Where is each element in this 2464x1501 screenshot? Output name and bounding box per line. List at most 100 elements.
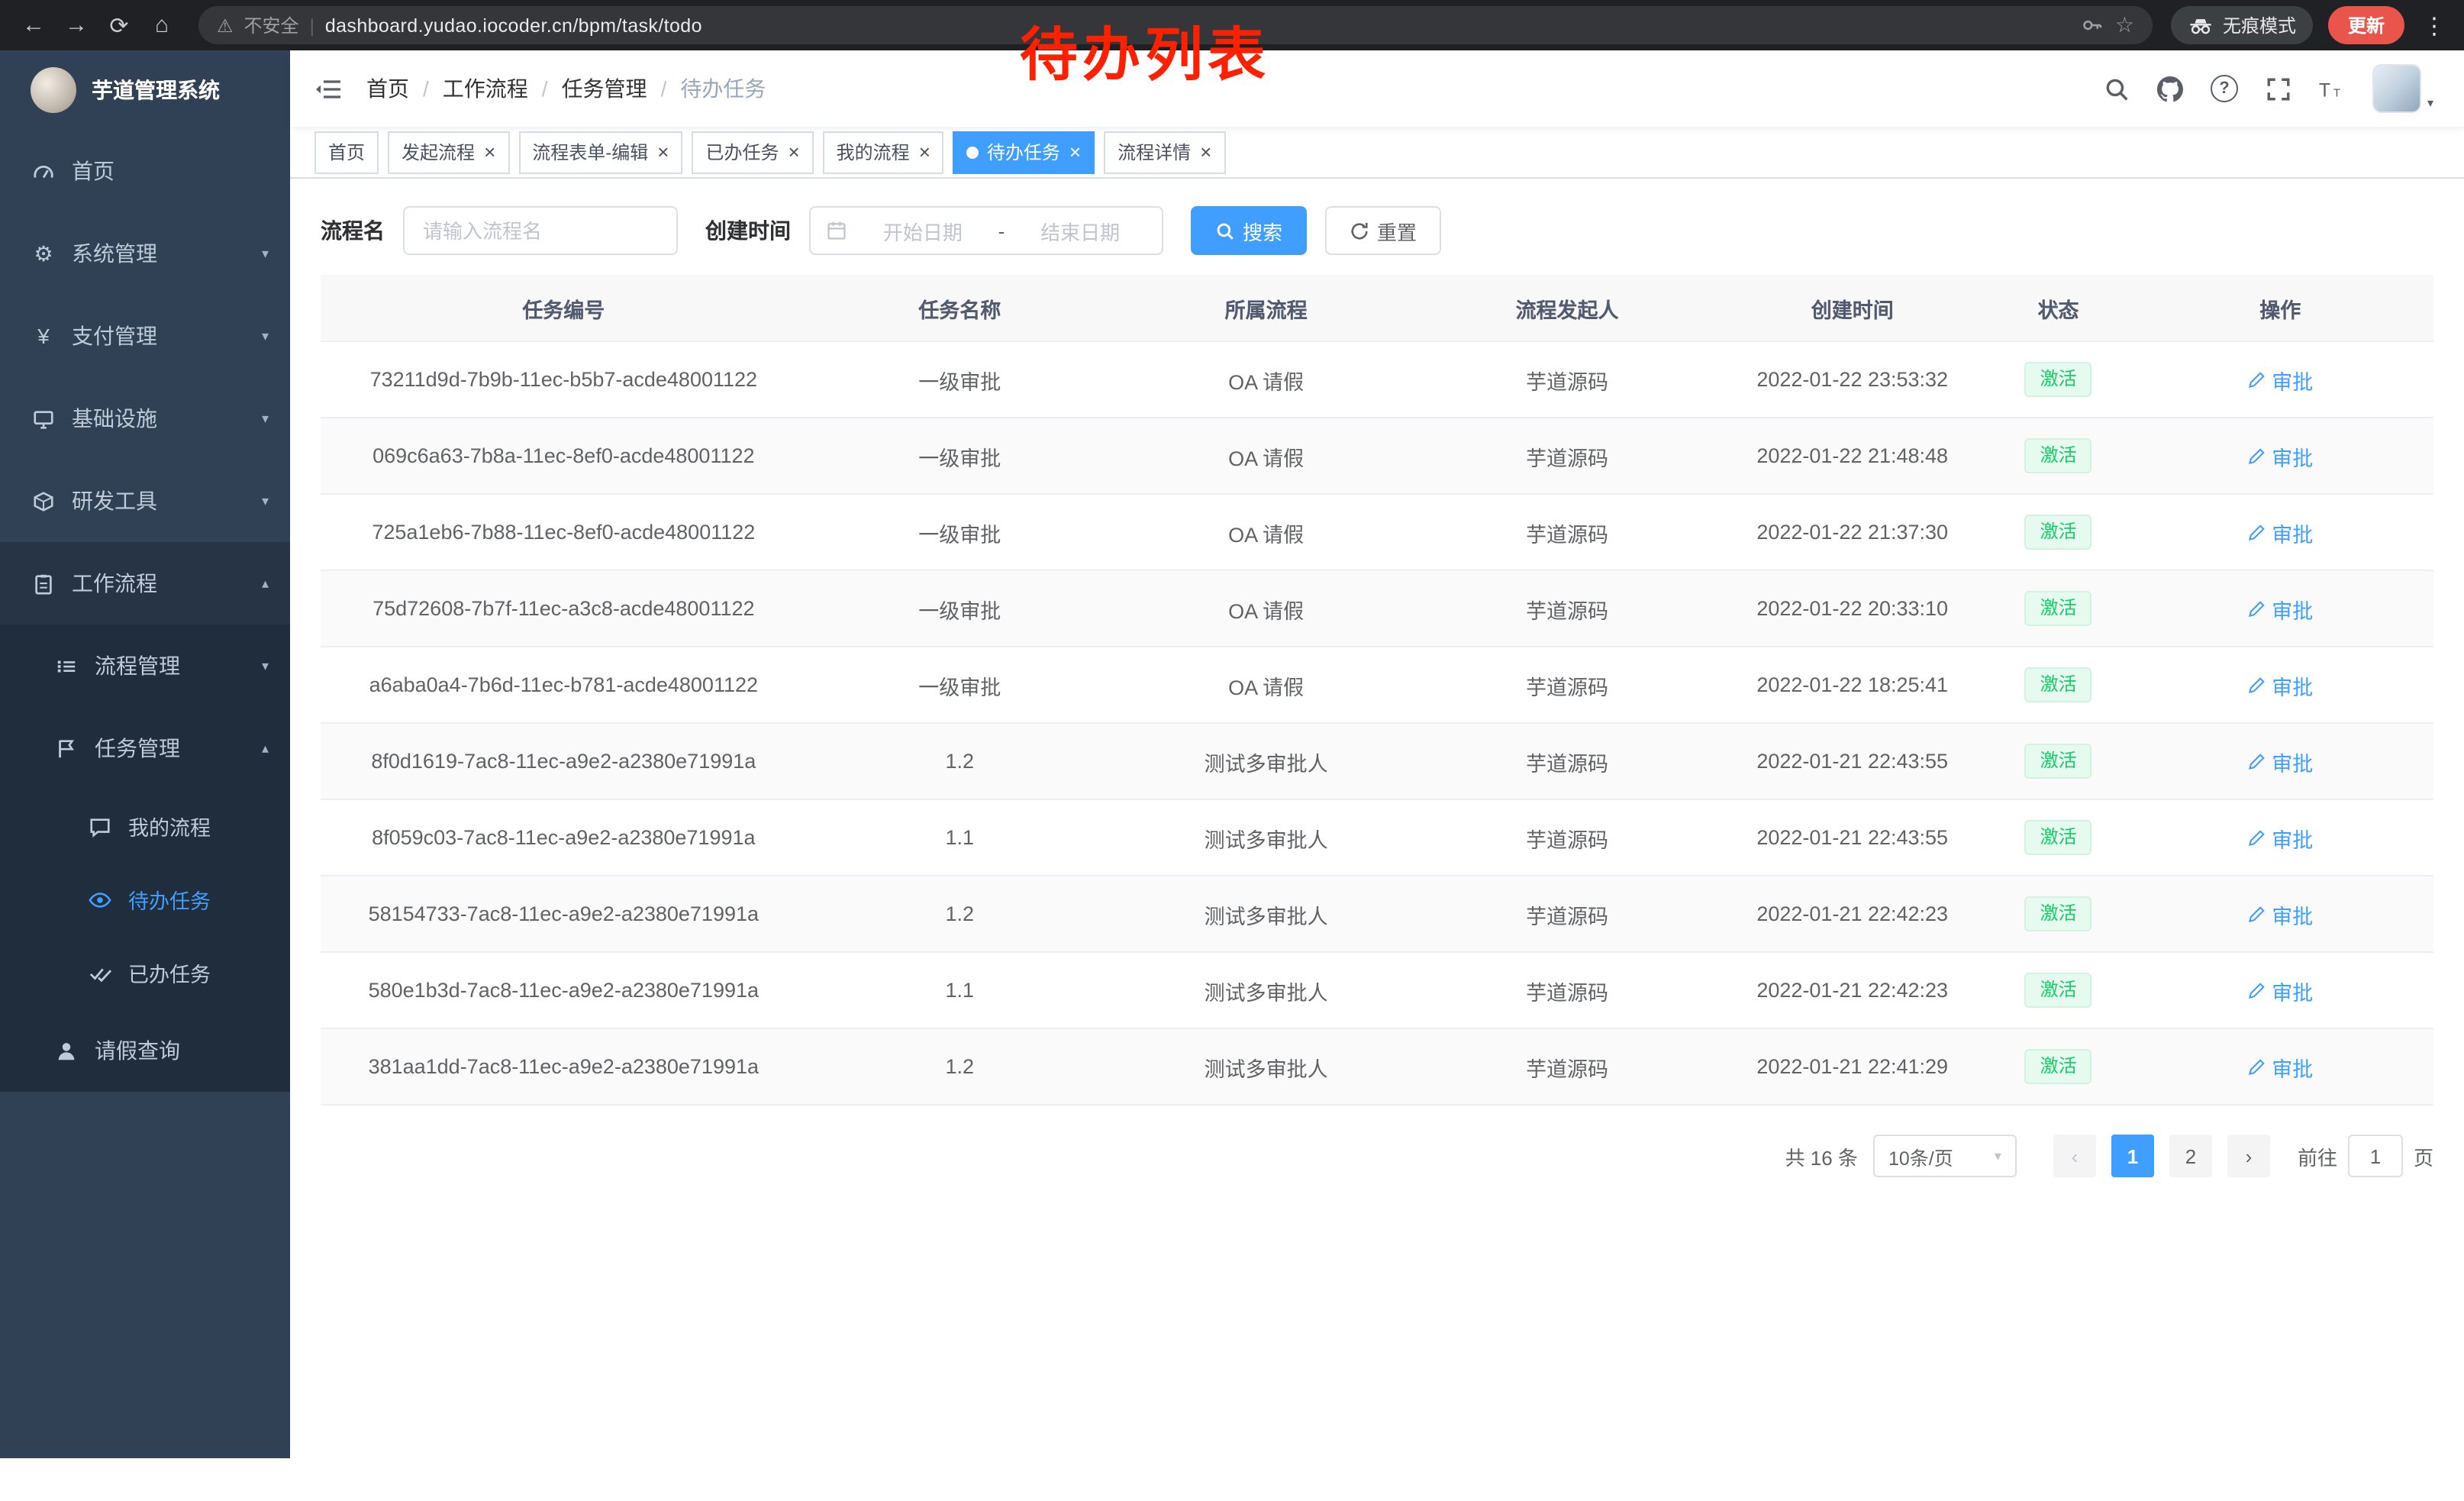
search-icon: [1215, 221, 1235, 240]
close-icon[interactable]: ×: [1068, 142, 1081, 162]
status-badge: 激活: [2025, 361, 2092, 397]
forward-icon[interactable]: →: [58, 7, 95, 44]
sidebar-item-label: 我的流程: [128, 811, 211, 841]
browser-chrome: ← → ⟳ ⌂ ⚠ 不安全 | dashboard.yudao.iocoder.…: [0, 0, 2464, 50]
col-initiator: 流程发起人: [1419, 275, 1715, 341]
page-button-1[interactable]: 1: [2111, 1135, 2154, 1177]
approve-link[interactable]: 审批: [2247, 441, 2313, 471]
sidebar-item-workflow[interactable]: 工作流程 ▴: [0, 542, 290, 625]
sidebar-item-label: 任务管理: [95, 733, 180, 763]
search-icon[interactable]: [2104, 76, 2130, 102]
approve-link[interactable]: 审批: [2247, 822, 2313, 853]
table-row: a6aba0a4-7b6d-11ec-b781-acde48001122 一级审…: [321, 647, 2433, 723]
cell-task-name: 一级审批: [807, 494, 1113, 570]
edit-icon: [2247, 1057, 2266, 1076]
reset-button[interactable]: 重置: [1325, 206, 1441, 255]
screen: ← → ⟳ ⌂ ⚠ 不安全 | dashboard.yudao.iocoder.…: [0, 0, 2464, 1501]
fullscreen-icon[interactable]: [2266, 76, 2291, 102]
sidebar-item-my-process[interactable]: 我的流程: [0, 789, 290, 863]
sidebar-item-leave-query[interactable]: 请假查询: [0, 1009, 290, 1092]
sidebar-item-home[interactable]: 首页: [0, 130, 290, 212]
bookmark-star-icon[interactable]: ☆: [2115, 12, 2134, 38]
close-icon[interactable]: ×: [918, 142, 930, 162]
tab[interactable]: 流程表单-编辑 ×: [518, 131, 682, 173]
password-key-icon[interactable]: [2082, 14, 2104, 37]
box-icon: [32, 489, 55, 512]
avatar-image: [2372, 64, 2421, 113]
search-button[interactable]: 搜索: [1191, 206, 1307, 255]
back-icon[interactable]: ←: [15, 7, 52, 44]
cell-created-time: 2022-01-21 22:43:55: [1715, 799, 1990, 876]
sidebar-item-system[interactable]: ⚙ 系统管理 ▾: [0, 212, 290, 295]
cell-status: 激活: [1990, 494, 2127, 570]
tab[interactable]: 已办任务 ×: [692, 131, 813, 173]
tab[interactable]: 流程详情 ×: [1104, 131, 1225, 173]
cell-initiator: 芋道源码: [1419, 799, 1715, 876]
sidebar-item-task-mgmt[interactable]: 任务管理 ▴: [0, 707, 290, 789]
page-unit-label: 页: [2414, 1141, 2433, 1170]
approve-link[interactable]: 审批: [2247, 593, 2313, 624]
top-navbar: 首页 / 工作流程 / 任务管理 / 待办任务 ?: [290, 50, 2464, 127]
cell-action: 审批: [2127, 952, 2433, 1028]
user-avatar[interactable]: ▾: [2372, 64, 2433, 113]
table-row: 725a1eb6-7b88-11ec-8ef0-acde48001122 一级审…: [321, 494, 2433, 570]
breadcrumb-workflow[interactable]: 工作流程: [443, 73, 528, 104]
tab[interactable]: 发起流程 ×: [388, 131, 509, 173]
pagination: 共 16 条 10条/页 ▾ ‹ 1 2 › 前往 页: [290, 1135, 2433, 1177]
address-bar[interactable]: ⚠ 不安全 | dashboard.yudao.iocoder.cn/bpm/t…: [198, 6, 2153, 44]
close-icon[interactable]: ×: [1198, 142, 1211, 162]
col-task-id: 任务编号: [321, 275, 807, 341]
approve-link[interactable]: 审批: [2247, 1051, 2313, 1082]
sidebar-item-payment[interactable]: ¥ 支付管理 ▾: [0, 295, 290, 377]
sidebar-item-infrastructure[interactable]: 基础设施 ▾: [0, 377, 290, 460]
close-icon[interactable]: ×: [656, 142, 669, 162]
cell-status: 激活: [1990, 647, 2127, 723]
approve-link[interactable]: 审批: [2247, 899, 2313, 929]
sidebar-item-done-task[interactable]: 已办任务: [0, 936, 290, 1009]
sidebar-item-devtools[interactable]: 研发工具 ▾: [0, 460, 290, 542]
update-button[interactable]: 更新: [2328, 6, 2404, 44]
approve-link[interactable]: 审批: [2247, 670, 2313, 700]
cell-status: 激活: [1990, 1028, 2127, 1105]
task-table: 任务编号 任务名称 所属流程 流程发起人 创建时间 状态 操作 73211d9d…: [321, 275, 2433, 1106]
flag-icon: [55, 737, 78, 760]
breadcrumb-separator: /: [661, 76, 667, 101]
cell-created-time: 2022-01-22 20:33:10: [1715, 570, 1990, 647]
process-name-input[interactable]: [403, 206, 678, 255]
sidebar-item-process-mgmt[interactable]: 流程管理 ▾: [0, 625, 290, 707]
approve-link[interactable]: 审批: [2247, 517, 2313, 547]
browser-menu-icon[interactable]: ⋮: [2420, 11, 2449, 39]
cell-created-time: 2022-01-22 18:25:41: [1715, 647, 1990, 723]
page-button-2[interactable]: 2: [2169, 1135, 2212, 1177]
font-size-icon[interactable]: TT: [2319, 76, 2345, 102]
refresh-icon[interactable]: ⟳: [101, 7, 137, 44]
goto-page-input[interactable]: [2348, 1135, 2403, 1177]
cell-initiator: 芋道源码: [1419, 723, 1715, 799]
table-row: 381aa1dd-7ac8-11ec-a9e2-a2380e71991a 1.2…: [321, 1028, 2433, 1105]
tab[interactable]: 我的流程 ×: [823, 131, 944, 173]
edit-icon: [2247, 523, 2266, 541]
sidebar-item-label: 研发工具: [72, 486, 157, 516]
approve-link[interactable]: 审批: [2247, 975, 2313, 1006]
prev-page-button[interactable]: ‹: [2053, 1135, 2096, 1177]
cell-created-time: 2022-01-22 21:37:30: [1715, 494, 1990, 570]
tab[interactable]: 待办任务 ×: [953, 131, 1095, 173]
cell-task-name: 一级审批: [807, 647, 1113, 723]
breadcrumb-task-mgmt[interactable]: 任务管理: [562, 73, 647, 104]
cell-task-id: 069c6a63-7b8a-11ec-8ef0-acde48001122: [321, 418, 807, 494]
date-range-picker[interactable]: 开始日期 - 结束日期: [809, 206, 1163, 255]
close-icon[interactable]: ×: [786, 142, 799, 162]
breadcrumb-home[interactable]: 首页: [366, 73, 409, 104]
close-icon[interactable]: ×: [482, 142, 495, 162]
page-size-select[interactable]: 10条/页 ▾: [1873, 1135, 2017, 1177]
tab[interactable]: 首页 ×: [314, 131, 379, 173]
next-page-button[interactable]: ›: [2227, 1135, 2270, 1177]
sidebar-item-todo-task[interactable]: 待办任务: [0, 863, 290, 936]
home-icon[interactable]: ⌂: [144, 7, 180, 44]
approve-link[interactable]: 审批: [2247, 364, 2313, 395]
edit-icon: [2247, 981, 2266, 999]
github-icon[interactable]: [2157, 76, 2183, 102]
approve-link[interactable]: 审批: [2247, 746, 2313, 776]
sidebar-collapse-icon[interactable]: [314, 77, 342, 100]
help-icon[interactable]: ?: [2211, 75, 2238, 102]
